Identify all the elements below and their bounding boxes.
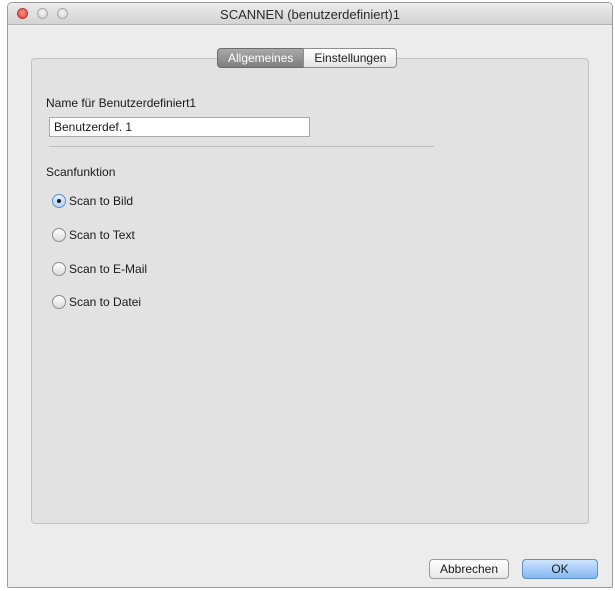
radio-label[interactable]: Scan to Text [69,228,135,242]
dialog-window: SCANNEN (benutzerdefiniert)1 Allgemeines… [7,2,613,588]
tab-allgemeines[interactable]: Allgemeines [217,48,304,68]
name-input[interactable]: Benutzerdef. 1 [49,117,310,137]
section-divider [49,146,434,147]
radio-button[interactable] [52,295,66,309]
radio-option-scan-to-text[interactable]: Scan to Text [52,227,135,243]
ok-button[interactable]: OK [522,559,598,579]
radio-label[interactable]: Scan to E-Mail [69,262,147,276]
cancel-button[interactable]: Abbrechen [429,559,509,579]
tab-bar: Allgemeines Einstellungen [217,48,398,68]
tab-content-panel: Name für Benutzerdefiniert1 Benutzerdef.… [31,58,589,524]
radio-button[interactable] [52,194,66,208]
scan-function-label: Scanfunktion [46,165,116,179]
radio-button[interactable] [52,228,66,242]
radio-option-scan-to-bild[interactable]: Scan to Bild [52,193,133,209]
radio-button[interactable] [52,262,66,276]
radio-label[interactable]: Scan to Bild [69,194,133,208]
window-title: SCANNEN (benutzerdefiniert)1 [220,7,400,22]
radio-option-scan-to-email[interactable]: Scan to E-Mail [52,261,147,277]
name-field-label: Name für Benutzerdefiniert1 [46,96,197,110]
radio-option-scan-to-datei[interactable]: Scan to Datei [52,294,141,310]
tab-einstellungen[interactable]: Einstellungen [303,48,398,68]
title-bar[interactable]: SCANNEN (benutzerdefiniert)1 [8,3,612,25]
radio-label[interactable]: Scan to Datei [69,295,141,309]
